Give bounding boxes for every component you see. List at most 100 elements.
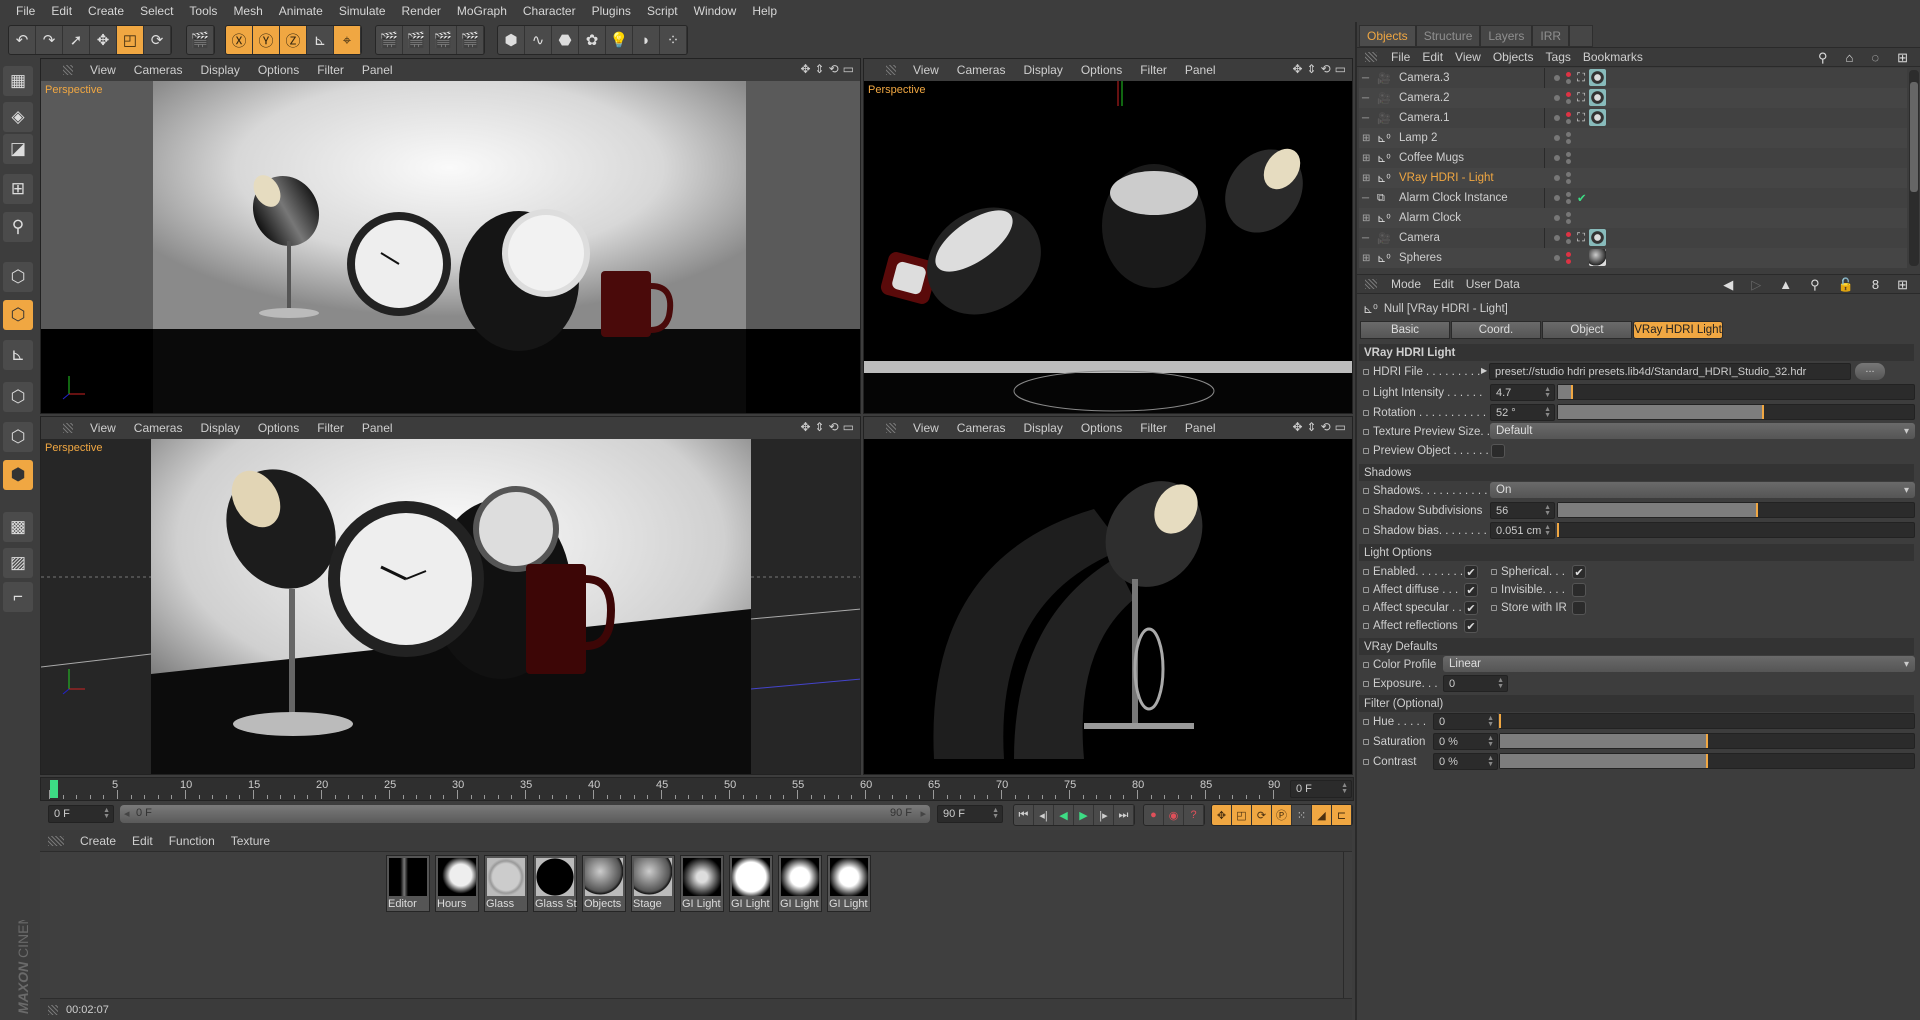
toggle-view-icon[interactable]: ▭ (843, 62, 854, 76)
light-option-checkbox[interactable]: ✔ (1572, 565, 1586, 579)
deformer-icon[interactable]: ◗ (633, 26, 660, 54)
layer-dot[interactable] (1554, 255, 1560, 261)
move-view-icon[interactable]: ✥ (1292, 62, 1302, 76)
model-mode-icon[interactable]: ◈ (3, 102, 33, 132)
shadow-subdivisions-slider[interactable] (1557, 502, 1915, 518)
toggle-view-icon[interactable]: ▭ (1335, 62, 1346, 76)
viewport-menu-cameras[interactable]: Cameras (125, 63, 192, 77)
slider-handle[interactable] (1756, 503, 1759, 517)
go-to-start-icon[interactable]: ⏮ (1014, 805, 1034, 825)
layer-dot[interactable] (1554, 115, 1560, 121)
visibility-toggle[interactable] (1566, 152, 1571, 164)
contrast-slider[interactable] (1499, 753, 1915, 769)
panel-grip-icon[interactable] (886, 423, 896, 433)
go-to-end-icon[interactable]: ⏭ (1114, 805, 1134, 825)
toggle-view-icon[interactable]: ▭ (1335, 420, 1346, 434)
object-list-item[interactable]: ─ 🎥 Camera.3 ⛶ (1359, 68, 1907, 88)
viewport-menu-panel[interactable]: Panel (1176, 421, 1225, 435)
panel-grip-icon[interactable] (1365, 279, 1377, 289)
menu-plugins[interactable]: Plugins (584, 4, 639, 18)
material-swatch[interactable]: Editor (386, 855, 430, 912)
eye-icon[interactable]: ◌ (1865, 50, 1885, 66)
back-arrow-icon[interactable]: ◀ (1717, 277, 1739, 293)
layer-dot[interactable] (1554, 135, 1560, 141)
render-visibility-dot[interactable] (1566, 139, 1571, 144)
render-picture-viewer-icon[interactable]: 🎬 (403, 26, 430, 54)
paint-icon[interactable]: ⚲ (3, 212, 33, 242)
nurbs-icon[interactable]: ⬣ (552, 26, 579, 54)
menu-simulate[interactable]: Simulate (331, 4, 394, 18)
protection-tag-icon[interactable]: ⛶ (1577, 112, 1585, 125)
points-mode-icon[interactable]: ⬡ (3, 262, 33, 292)
hdri-browse-button[interactable]: ... (1855, 363, 1885, 380)
viewport-menu-options[interactable]: Options (249, 421, 308, 435)
viewport-menu-view[interactable]: View (81, 421, 125, 435)
preview-object-checkbox[interactable] (1491, 444, 1505, 458)
viewport-menu-filter[interactable]: Filter (308, 421, 353, 435)
tab-object[interactable]: Object (1542, 321, 1632, 339)
scene-icon[interactable]: ⁘ (660, 26, 687, 54)
viewport-menu-options[interactable]: Options (1072, 421, 1131, 435)
expand-icon[interactable]: ⊞ (1362, 133, 1374, 144)
light-option-checkbox[interactable]: ✔ (1464, 583, 1478, 597)
viewport-bottom-left[interactable]: View Cameras Display Options Filter Panel ✥ ⇕ ⟲ ▭… (40, 416, 861, 775)
render-visibility-dot[interactable] (1566, 239, 1571, 244)
shadow-bias-slider[interactable] (1557, 522, 1915, 538)
layer-dot[interactable] (1554, 215, 1560, 221)
search-icon[interactable]: ⚲ (1812, 50, 1834, 66)
viewport-bottom-right[interactable]: View Cameras Display Options Filter Panel ✥ ⇕ ⟲ ▭ (863, 416, 1353, 775)
render-visibility-dot[interactable] (1566, 259, 1571, 264)
viewport-menu-filter[interactable]: Filter (308, 63, 353, 77)
scale-icon[interactable]: ◰ (117, 26, 144, 54)
tab-structure[interactable]: Structure (1415, 25, 1481, 47)
panel-grip-icon[interactable] (63, 423, 73, 433)
visibility-toggle[interactable] (1566, 212, 1571, 224)
slider-handle[interactable] (1557, 523, 1559, 537)
material-swatch[interactable]: Stage (631, 855, 675, 912)
slider-handle[interactable] (1571, 385, 1574, 399)
object-list-item[interactable]: ⊞ ⊾⁰ Spheres (1359, 248, 1907, 268)
attribute-menu-edit[interactable]: Edit (1427, 277, 1460, 291)
camera-tag-icon[interactable] (1589, 109, 1606, 126)
menu-script[interactable]: Script (639, 4, 686, 18)
light-option-checkbox[interactable]: ✔ (1464, 565, 1478, 579)
light-intensity-field[interactable]: 4.7 ▲ ▼ (1490, 384, 1555, 401)
viewport-menu-display[interactable]: Display (191, 421, 248, 435)
object-menu-tags[interactable]: Tags (1540, 50, 1577, 64)
redo-icon[interactable]: ↷ (36, 26, 63, 54)
viewport-menu-view[interactable]: View (81, 63, 125, 77)
object-menu-view[interactable]: View (1449, 50, 1487, 64)
material-swatch[interactable]: GI Light (827, 855, 871, 912)
key-pla-icon[interactable]: ⁙ (1292, 805, 1312, 825)
tab-basic[interactable]: Basic (1360, 321, 1450, 339)
shadows-dropdown[interactable]: On (1490, 482, 1915, 498)
key-sound-icon[interactable]: ◢ (1312, 805, 1332, 825)
viewport-menu-view[interactable]: View (904, 63, 948, 77)
viewport-menu-display[interactable]: Display (1014, 421, 1071, 435)
rotate-view-icon[interactable]: ⟲ (829, 420, 839, 434)
editor-visibility-dot[interactable] (1566, 212, 1571, 217)
search-icon[interactable]: ⚲ (1804, 277, 1826, 293)
z-axis-icon[interactable]: Ⓩ (280, 26, 307, 54)
live-select-icon[interactable]: ➚ (63, 26, 90, 54)
coordinate-system-icon[interactable]: ⊾ (307, 26, 334, 54)
material-swatch[interactable]: GI Light (729, 855, 773, 912)
editor-visibility-dot[interactable] (1566, 172, 1571, 177)
shadow-subdivisions-field[interactable]: 56 ▲ ▼ (1490, 502, 1555, 519)
camera-tag-icon[interactable] (1589, 69, 1606, 86)
viewport-menu-options[interactable]: Options (249, 63, 308, 77)
new-panel-icon[interactable]: ⊞ (1891, 277, 1914, 293)
material-menu-edit[interactable]: Edit (124, 834, 161, 848)
key-position-icon[interactable]: ✥ (1212, 805, 1232, 825)
layer-dot[interactable] (1554, 235, 1560, 241)
material-swatch[interactable]: Glass St (533, 855, 577, 912)
viewport-menu-filter[interactable]: Filter (1131, 63, 1176, 77)
object-list-scrollbar[interactable] (1909, 70, 1919, 266)
animation-dot-icon[interactable] (1363, 605, 1369, 611)
expand-icon[interactable]: ⊞ (1362, 213, 1374, 224)
animation-dot-icon[interactable] (1491, 605, 1497, 611)
play-backwards-icon[interactable]: ◀ (1054, 805, 1074, 825)
layer-dot[interactable] (1554, 155, 1560, 161)
viewport-top-left[interactable]: View Cameras Display Options Filter Panel ✥ ⇕ ⟲ ▭ (40, 58, 861, 414)
object-menu-bookmarks[interactable]: Bookmarks (1577, 50, 1649, 64)
